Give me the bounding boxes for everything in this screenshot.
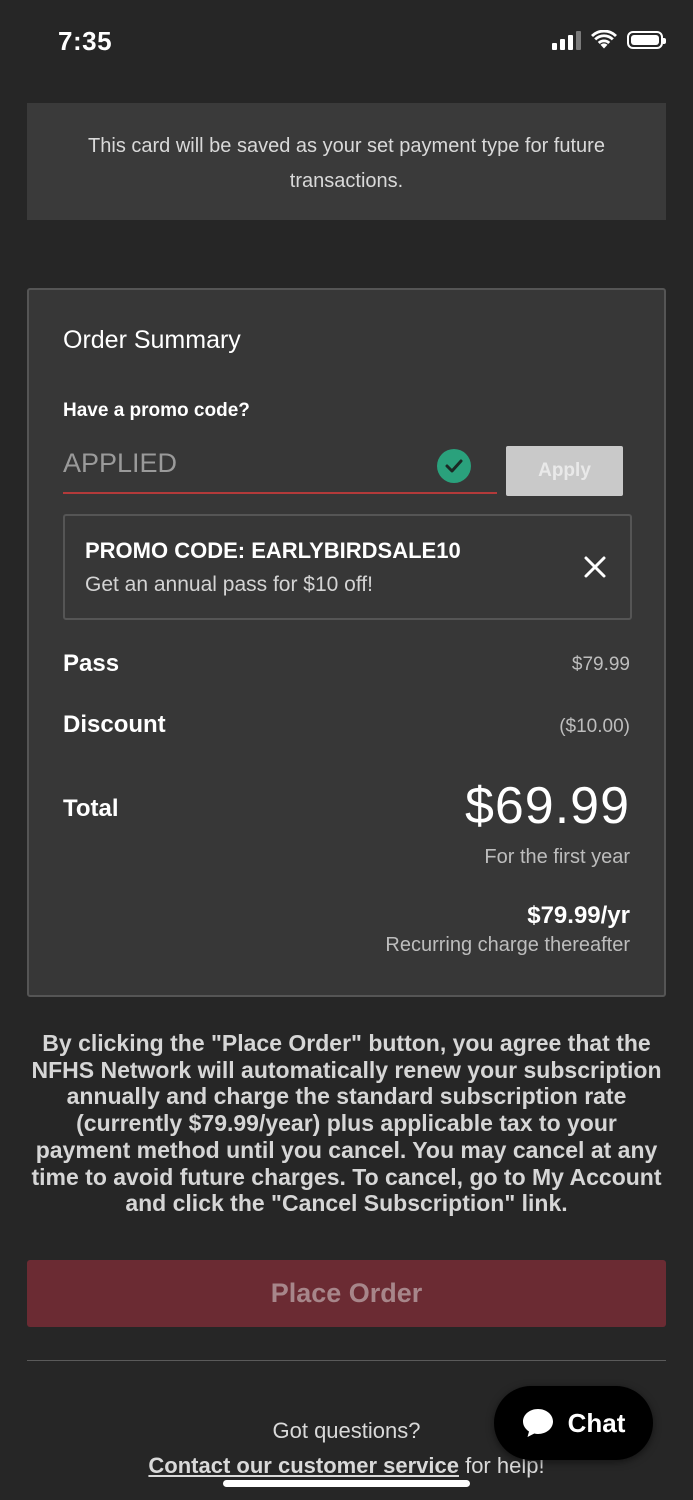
recurring-note: Recurring charge thereafter [385, 934, 630, 956]
contact-customer-service-link[interactable]: Contact our customer service [148, 1453, 459, 1478]
apply-promo-button[interactable]: Apply [506, 446, 623, 496]
order-summary-title: Order Summary [63, 326, 241, 354]
order-summary-card: Order Summary Have a promo code? Apply P… [27, 288, 666, 997]
discount-label: Discount [63, 711, 166, 738]
auto-renew-disclaimer: By clicking the "Place Order" button, yo… [31, 1030, 662, 1217]
promo-code-title: PROMO CODE: EARLYBIRDSALE10 [85, 538, 461, 563]
home-indicator [223, 1480, 470, 1487]
applied-promo-box: PROMO CODE: EARLYBIRDSALE10 Get an annua… [63, 514, 632, 620]
chat-label: Chat [567, 1407, 626, 1438]
recurring-price: $79.99/yr [527, 902, 630, 929]
status-time: 7:35 [58, 26, 113, 56]
signal-icon [552, 30, 581, 50]
total-note: For the first year [484, 846, 630, 868]
promo-code-input[interactable] [63, 442, 423, 479]
promo-code-label: Have a promo code? [63, 400, 250, 421]
divider [27, 1360, 666, 1361]
promo-code-description: Get an annual pass for $10 off! [85, 573, 373, 596]
battery-icon [627, 31, 666, 49]
discount-amount: ($10.00) [559, 716, 630, 737]
chat-bubble-icon [522, 1409, 553, 1437]
status-icons [552, 30, 666, 50]
place-order-button[interactable]: Place Order [27, 1260, 666, 1327]
total-amount: $69.99 [464, 777, 630, 835]
chat-button[interactable]: Chat [494, 1386, 653, 1460]
payment-info-banner: This card will be saved as your set paym… [27, 103, 666, 220]
pass-label: Pass [63, 650, 120, 677]
pass-price: $79.99 [571, 654, 630, 675]
check-circle-icon [437, 449, 471, 483]
status-bar: 7:35 [0, 0, 693, 84]
close-icon[interactable] [580, 552, 610, 582]
promo-code-field[interactable] [63, 442, 497, 494]
total-label: Total [63, 795, 119, 822]
wifi-icon [591, 30, 617, 49]
